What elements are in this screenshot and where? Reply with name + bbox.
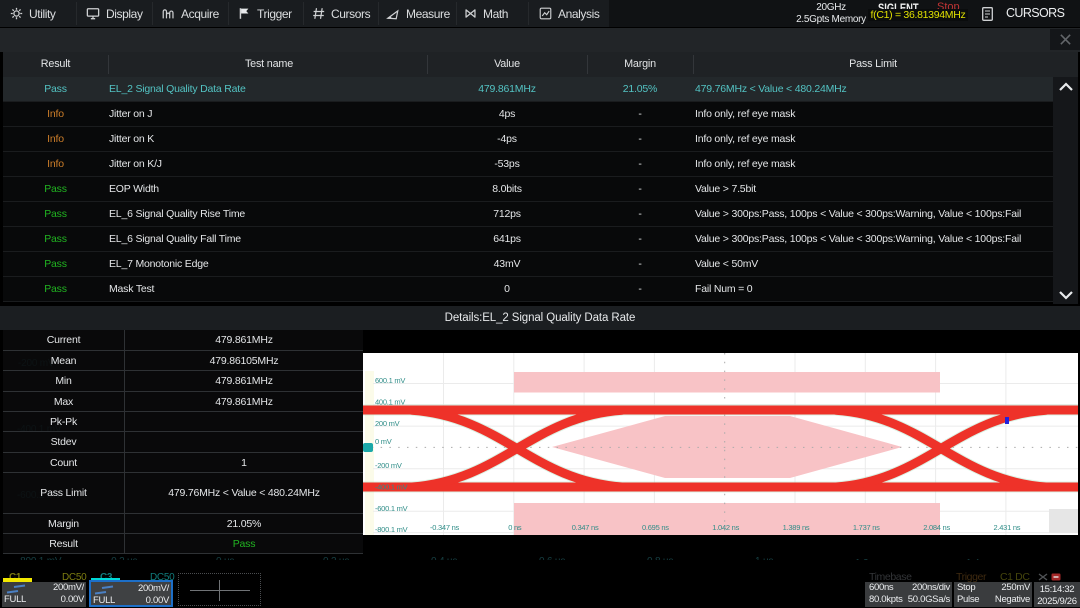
svg-text:-0.347 ns: -0.347 ns xyxy=(430,523,460,532)
svg-text:200 mV: 200 mV xyxy=(375,419,400,428)
svg-text:1.389 ns: 1.389 ns xyxy=(783,523,810,532)
svg-text:2.084 ns: 2.084 ns xyxy=(923,523,950,532)
svg-text:-600.1 mV: -600.1 mV xyxy=(375,504,408,513)
svg-text:0 ns: 0 ns xyxy=(508,523,522,532)
svg-text:0 mV: 0 mV xyxy=(375,437,392,446)
svg-text:-400.1 mV: -400.1 mV xyxy=(375,483,408,492)
svg-text:0.695 ns: 0.695 ns xyxy=(642,523,669,532)
svg-text:2.431 ns: 2.431 ns xyxy=(994,523,1021,532)
svg-text:1.737 ns: 1.737 ns xyxy=(853,523,880,532)
svg-text:400.1 mV: 400.1 mV xyxy=(375,398,405,407)
svg-text:-200 mV: -200 mV xyxy=(375,461,402,470)
svg-text:-800.1 mV: -800.1 mV xyxy=(375,525,408,534)
svg-text:0.347 ns: 0.347 ns xyxy=(572,523,599,532)
svg-text:600.1 mV: 600.1 mV xyxy=(375,376,405,385)
svg-text:1.042 ns: 1.042 ns xyxy=(712,523,739,532)
